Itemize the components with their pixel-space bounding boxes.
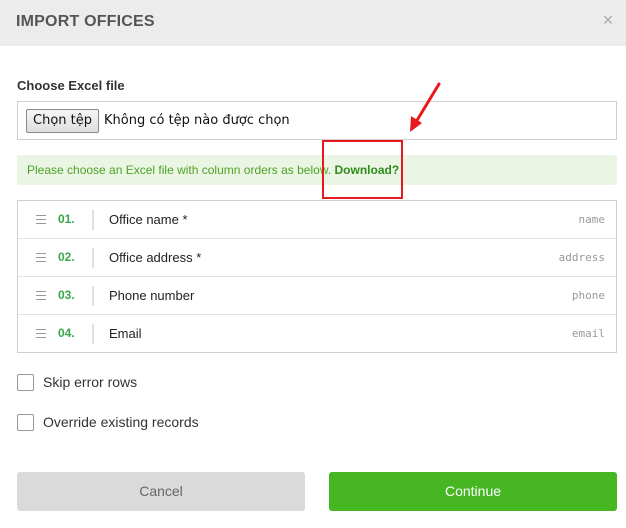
column-number: 01.	[58, 212, 75, 226]
info-alert: Please choose an Excel file with column …	[17, 155, 617, 185]
drag-handle-icon[interactable]	[36, 329, 46, 338]
cancel-button[interactable]: Cancel	[17, 472, 305, 511]
divider	[92, 248, 94, 268]
column-key: email	[571, 327, 605, 340]
divider	[92, 210, 94, 230]
column-key: phone	[571, 289, 605, 302]
column-number: 04.	[58, 326, 75, 340]
choose-file-button[interactable]: Chọn tệp	[26, 109, 99, 133]
continue-button[interactable]: Continue	[329, 472, 617, 511]
skip-error-rows-checkbox[interactable]	[17, 374, 34, 391]
file-status-text: Không có tệp nào được chọn	[104, 113, 290, 128]
column-key: name	[578, 213, 606, 226]
override-records-checkbox[interactable]	[17, 414, 34, 431]
file-input[interactable]: Chọn tệp Không có tệp nào được chọn	[17, 101, 617, 140]
column-number: 02.	[58, 250, 75, 264]
skip-error-rows-label[interactable]: Skip error rows	[43, 374, 137, 391]
column-name: Phone number	[109, 288, 195, 303]
drag-handle-icon[interactable]	[36, 253, 46, 262]
column-order-list: 01. Office name * name 02. Office addres…	[17, 200, 617, 353]
close-icon[interactable]: ×	[598, 10, 618, 30]
file-field-label: Choose Excel file	[17, 78, 125, 93]
column-name: Office address *	[109, 250, 202, 265]
download-link[interactable]: Download?	[335, 163, 400, 177]
drag-handle-icon[interactable]	[36, 291, 46, 300]
list-item: 04. Email email	[18, 315, 616, 352]
override-records-label[interactable]: Override existing records	[43, 414, 199, 431]
column-number: 03.	[58, 288, 75, 302]
alert-text: Please choose an Excel file with column …	[27, 163, 335, 177]
divider	[92, 324, 94, 344]
drag-handle-icon[interactable]	[36, 215, 46, 224]
list-item: 03. Phone number phone	[18, 277, 616, 315]
dialog-title: IMPORT OFFICES	[16, 13, 155, 30]
column-name: Email	[109, 326, 142, 341]
list-item: 02. Office address * address	[18, 239, 616, 277]
column-name: Office name *	[109, 212, 188, 227]
list-item: 01. Office name * name	[18, 201, 616, 239]
column-key: address	[558, 251, 605, 264]
annotation-arrow-icon	[410, 82, 441, 132]
divider	[92, 286, 94, 306]
dialog-header: IMPORT OFFICES ×	[0, 0, 626, 46]
